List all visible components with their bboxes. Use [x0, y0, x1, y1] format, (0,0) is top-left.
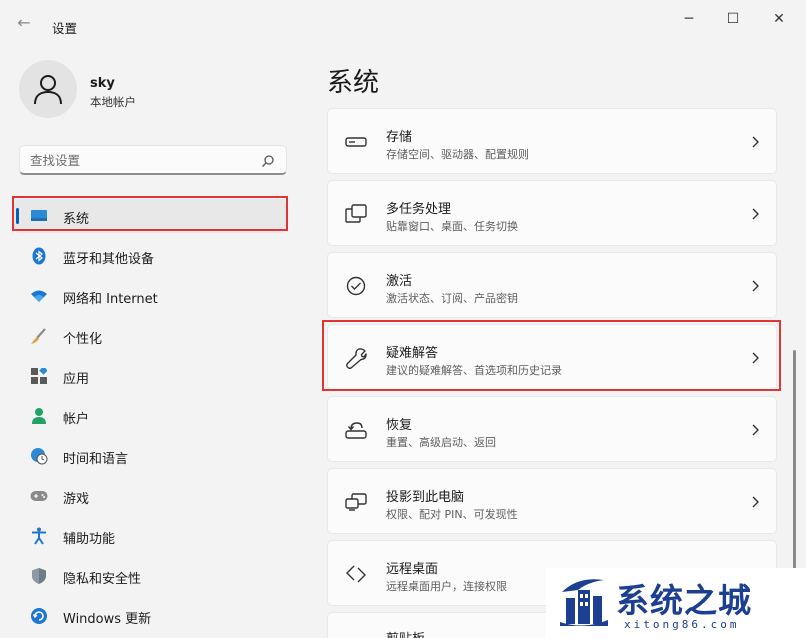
nav-label: 游戏 — [63, 492, 90, 507]
title-bar: ← 设置 ─ ☐ ✕ — [0, 0, 806, 40]
activation-icon — [345, 275, 367, 297]
nav-item-accessibility[interactable]: 辅助功能 — [14, 519, 286, 553]
bluetooth-icon — [30, 247, 48, 265]
nav-label: 时间和语言 — [63, 452, 129, 467]
gamepad-icon — [30, 487, 48, 505]
maximize-button[interactable]: ☐ — [718, 8, 748, 30]
system-icon — [30, 207, 48, 225]
recovery-icon — [345, 419, 367, 441]
card-storage[interactable]: 存储 存储空间、驱动器、配置规则 — [327, 108, 777, 174]
card-subtitle: 远程桌面用户，连接权限 — [386, 580, 507, 593]
chevron-right-icon — [752, 424, 759, 436]
nav-label: 隐私和安全性 — [63, 572, 142, 587]
chevron-right-icon — [752, 208, 759, 220]
card-title: 剪贴板 — [386, 628, 425, 638]
multitasking-icon — [345, 203, 367, 225]
app-title: 设置 — [52, 21, 78, 36]
card-multitasking[interactable]: 多任务处理 贴靠窗口、桌面、任务切换 — [327, 180, 777, 246]
nav-item-time-language[interactable]: 时间和语言 — [14, 439, 286, 473]
wifi-icon — [30, 287, 48, 305]
nav-item-network[interactable]: 网络和 Internet — [14, 279, 286, 313]
card-recovery[interactable]: 恢复 重置、高级启动、返回 — [327, 396, 777, 462]
search-icon — [262, 155, 274, 167]
card-projection[interactable]: 投影到此电脑 权限、配对 PIN、可发现性 — [327, 468, 777, 534]
account-type: 本地帐户 — [90, 95, 136, 109]
chevron-right-icon — [752, 136, 759, 148]
watermark-url: xitong86.com — [624, 618, 740, 631]
page-title: 系统 — [327, 68, 380, 98]
watermark-text: 系统之城 — [616, 581, 752, 620]
user-name: sky — [90, 76, 115, 91]
nav-item-system[interactable]: 系统 — [14, 199, 286, 233]
apps-icon — [30, 367, 48, 385]
nav-label: Windows 更新 — [63, 612, 152, 627]
nav-item-bluetooth[interactable]: 蓝牙和其他设备 — [14, 239, 286, 273]
nav-item-privacy[interactable]: 隐私和安全性 — [14, 559, 286, 593]
card-title: 多任务处理 — [386, 202, 452, 217]
card-title: 投影到此电脑 — [386, 490, 465, 505]
nav-item-apps[interactable]: 应用 — [14, 359, 286, 393]
watermark: 系统之城 xitong86.com — [546, 568, 806, 638]
nav-label: 系统 — [63, 212, 90, 227]
card-title: 激活 — [386, 274, 413, 289]
card-title: 存储 — [386, 130, 413, 145]
chevron-right-icon — [752, 280, 759, 292]
account-icon — [30, 407, 48, 425]
card-subtitle: 贴靠窗口、桌面、任务切换 — [386, 220, 518, 233]
nav-item-gaming[interactable]: 游戏 — [14, 479, 286, 513]
back-arrow-icon: ← — [17, 13, 31, 32]
nav-label: 蓝牙和其他设备 — [63, 252, 155, 267]
card-subtitle: 激活状态、订阅、产品密钥 — [386, 292, 518, 305]
search-input[interactable] — [30, 151, 250, 169]
close-button[interactable]: ✕ — [764, 8, 794, 30]
nav-item-windows-update[interactable]: Windows 更新 — [14, 599, 286, 633]
accessibility-icon — [30, 527, 48, 545]
avatar[interactable] — [19, 60, 77, 118]
card-subtitle: 重置、高级启动、返回 — [386, 436, 496, 449]
shield-icon — [30, 567, 48, 585]
card-title: 远程桌面 — [386, 562, 439, 577]
logo-icon — [560, 579, 608, 626]
card-subtitle: 建议的疑难解答、首选项和历史记录 — [386, 364, 562, 377]
nav-item-accounts[interactable]: 帐户 — [14, 399, 286, 433]
time-language-icon — [30, 447, 48, 465]
projection-icon — [345, 491, 367, 513]
card-troubleshoot[interactable]: 疑难解答 建议的疑难解答、首选项和历史记录 — [327, 324, 777, 390]
nav-label: 个性化 — [63, 332, 103, 347]
nav-label: 网络和 Internet — [63, 292, 158, 307]
card-title: 疑难解答 — [386, 346, 439, 361]
storage-icon — [345, 131, 367, 153]
chevron-right-icon — [752, 496, 759, 508]
card-subtitle: 存储空间、驱动器、配置规则 — [386, 148, 529, 161]
nav-label: 应用 — [63, 372, 90, 387]
search-box[interactable] — [19, 145, 287, 175]
user-icon — [34, 75, 62, 105]
wrench-icon — [345, 347, 367, 369]
back-button[interactable]: ← — [14, 14, 34, 32]
nav-label: 辅助功能 — [63, 532, 116, 547]
brush-icon — [30, 327, 48, 345]
update-icon — [30, 607, 48, 625]
remote-desktop-icon — [345, 563, 367, 585]
minimize-button[interactable]: ─ — [674, 8, 704, 30]
card-activation[interactable]: 激活 激活状态、订阅、产品密钥 — [327, 252, 777, 318]
card-title: 恢复 — [386, 418, 413, 433]
chevron-right-icon — [752, 352, 759, 364]
card-subtitle: 权限、配对 PIN、可发现性 — [386, 508, 518, 521]
nav-item-personalization[interactable]: 个性化 — [14, 319, 286, 353]
nav-label: 帐户 — [63, 412, 90, 427]
